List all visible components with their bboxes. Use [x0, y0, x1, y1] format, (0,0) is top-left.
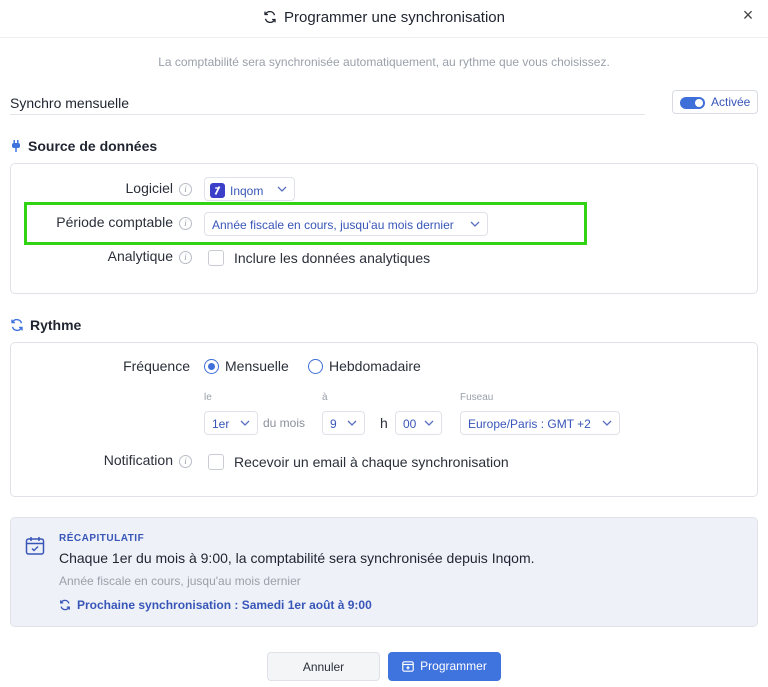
section-title-source-text: Source de données	[28, 138, 158, 154]
notification-checkbox[interactable]	[208, 454, 224, 470]
dialog-header: Programmer une synchronisation ×	[0, 0, 768, 38]
recap-heading: RÉCAPITULATIF	[59, 533, 145, 544]
section-title-source: Source de données	[10, 138, 157, 156]
radio-monthly-label[interactable]: Mensuelle	[225, 358, 289, 374]
section-title-rhythm-text: Rythme	[30, 317, 82, 333]
hour-separator: h	[380, 415, 388, 431]
active-toggle[interactable]: Activée	[672, 90, 758, 114]
dialog-subtitle: La comptabilité sera synchronisée automa…	[158, 55, 610, 69]
frequency-label: Fréquence	[123, 358, 190, 374]
radio-monthly[interactable]	[204, 359, 219, 374]
notification-label: Notification	[103, 452, 173, 468]
chevron-down-icon	[239, 417, 251, 432]
sync-icon	[263, 10, 277, 28]
info-icon[interactable]: i	[179, 251, 192, 264]
info-icon[interactable]: i	[179, 183, 192, 196]
highlight-frame	[24, 202, 587, 245]
chevron-down-icon	[276, 183, 288, 198]
timezone-caption: Fuseau	[460, 392, 494, 403]
analytics-checkbox[interactable]	[208, 250, 224, 266]
toggle-label: Activée	[711, 95, 751, 109]
chevron-down-icon	[601, 417, 613, 432]
dialog-title-text: Programmer une synchronisation	[284, 9, 505, 26]
recap-next-text: Prochaine synchronisation : Samedi 1er a…	[77, 598, 372, 612]
chevron-down-icon	[423, 417, 435, 432]
minute-select[interactable]: 00	[395, 411, 442, 435]
program-button[interactable]: Programmer	[388, 652, 501, 681]
day-select[interactable]: 1er	[204, 411, 258, 435]
chevron-down-icon	[346, 417, 358, 432]
software-label: Logiciel	[125, 180, 173, 196]
software-select[interactable]: Inqom	[204, 177, 295, 201]
software-select-value: Inqom	[210, 183, 263, 198]
analytics-label: Analytique	[107, 248, 173, 264]
recap-sub-text: Année fiscale en cours, jusqu'au mois de…	[59, 574, 301, 588]
plug-icon	[10, 139, 22, 156]
info-icon[interactable]: i	[179, 455, 192, 468]
sync-icon	[59, 599, 71, 614]
recap-next-sync: Prochaine synchronisation : Samedi 1er a…	[59, 598, 372, 614]
hour-select[interactable]: 9	[322, 411, 365, 435]
analytics-label-row: Analytique i	[60, 248, 192, 264]
software-label-row: Logiciel i	[60, 180, 192, 196]
calendar-plus-icon	[402, 660, 414, 675]
time-caption: à	[322, 392, 328, 403]
minute-select-value: 00	[403, 417, 417, 431]
notification-label-row: Notification i	[40, 452, 192, 468]
cancel-button[interactable]: Annuler	[267, 652, 380, 681]
dialog-title: Programmer une synchronisation	[0, 9, 768, 28]
day-suffix: du mois	[263, 416, 306, 430]
radio-weekly-label[interactable]: Hebdomadaire	[329, 358, 421, 374]
recap-main-text: Chaque 1er du mois à 9:00, la comptabili…	[59, 550, 535, 566]
program-button-label: Programmer	[420, 658, 487, 673]
close-icon[interactable]: ×	[738, 5, 758, 26]
analytics-checkbox-label[interactable]: Inclure les données analytiques	[234, 250, 430, 266]
day-caption: le	[204, 392, 212, 403]
section-title-rhythm: Rythme	[10, 317, 81, 335]
notification-checkbox-label[interactable]: Recevoir un email à chaque synchronisati…	[234, 454, 509, 470]
timezone-select-value: Europe/Paris : GMT +2	[468, 417, 591, 431]
calendar-icon	[25, 536, 45, 559]
toggle-switch[interactable]	[680, 97, 705, 109]
hour-select-value: 9	[330, 417, 337, 431]
schedule-name-input[interactable]	[10, 91, 645, 115]
recap-panel: RÉCAPITULATIF Chaque 1er du mois à 9:00,…	[10, 517, 758, 627]
radio-weekly[interactable]	[308, 359, 323, 374]
inqom-logo-icon	[210, 183, 225, 198]
sync-icon	[10, 318, 24, 335]
timezone-select[interactable]: Europe/Paris : GMT +2	[460, 411, 620, 435]
day-select-value: 1er	[212, 417, 230, 431]
